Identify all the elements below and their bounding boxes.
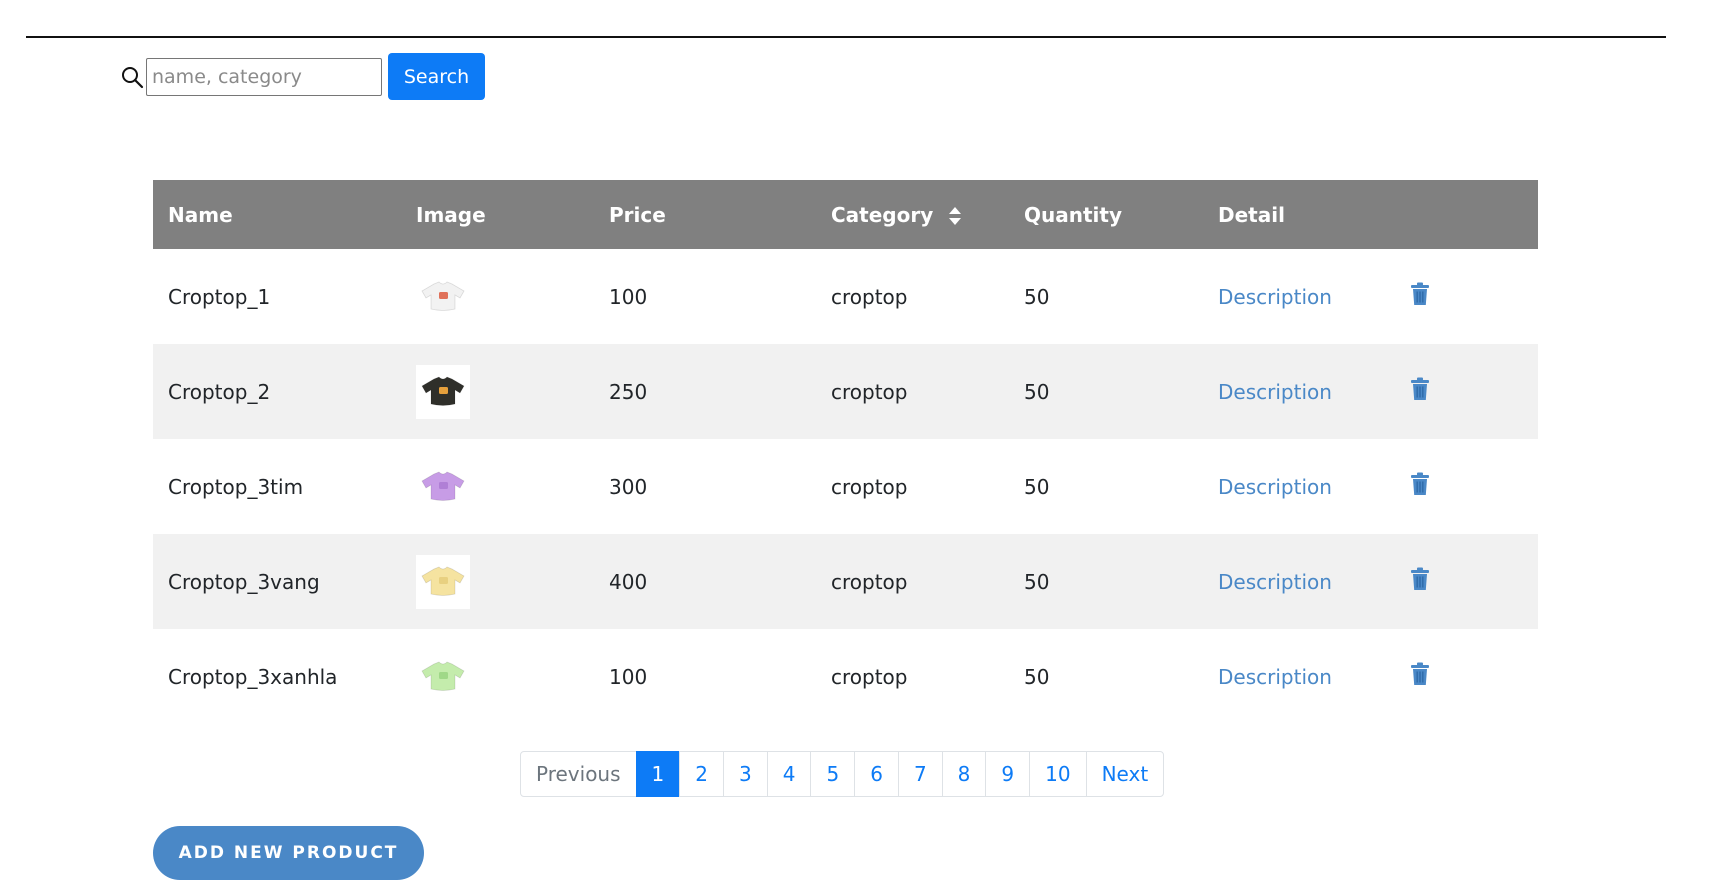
cell-price: 250 (609, 379, 648, 404)
pagination-page-9[interactable]: 9 (985, 751, 1031, 797)
product-table-container: Name Image Price Category Quantity Detai… (153, 180, 1538, 724)
cell-price: 400 (609, 569, 648, 594)
trash-icon[interactable] (1410, 662, 1430, 686)
cell-category: croptop (831, 474, 908, 499)
cell-quantity: 50 (1024, 569, 1050, 594)
column-header-actions (1395, 180, 1538, 249)
cell-image (401, 249, 594, 344)
cell-actions (1395, 629, 1538, 724)
column-header-category-label: Category (831, 202, 934, 227)
trash-icon[interactable] (1410, 377, 1430, 401)
table-row: Croptop_3vang 400 croptop 50 Description (153, 534, 1538, 629)
product-thumbnail (416, 364, 470, 419)
table-header-row: Name Image Price Category Quantity Detai… (153, 180, 1538, 249)
product-thumbnail (416, 554, 470, 609)
pagination-previous[interactable]: Previous (520, 751, 637, 797)
cell-category: croptop (831, 569, 908, 594)
cell-name: Croptop_3vang (168, 569, 320, 594)
cell-name: Croptop_3tim (168, 474, 304, 499)
description-link[interactable]: Description (1218, 380, 1332, 404)
pagination-page-10[interactable]: 10 (1029, 751, 1087, 797)
sort-icon[interactable] (948, 206, 962, 226)
cell-actions (1395, 534, 1538, 629)
column-header-price: Price (609, 202, 666, 227)
table-row: Croptop_2 250 croptop 50 Description (153, 344, 1538, 439)
column-header-quantity: Quantity (1024, 202, 1122, 227)
cell-detail: Description (1203, 249, 1395, 344)
product-thumbnail (416, 650, 470, 704)
top-divider (26, 36, 1666, 38)
description-link[interactable]: Description (1218, 570, 1332, 594)
search-input[interactable] (146, 57, 382, 96)
pagination-page-7[interactable]: 7 (897, 751, 943, 797)
cell-category: croptop (831, 664, 908, 689)
cell-detail: Description (1203, 439, 1395, 534)
trash-icon[interactable] (1410, 282, 1430, 306)
cell-image (401, 344, 594, 439)
pagination-next[interactable]: Next (1085, 751, 1165, 797)
pagination-page-3[interactable]: 3 (723, 751, 768, 797)
description-link[interactable]: Description (1218, 285, 1332, 309)
cell-price: 100 (609, 284, 648, 309)
cell-category: croptop (831, 284, 908, 309)
cell-image (401, 439, 594, 534)
cell-quantity: 50 (1024, 474, 1050, 499)
tshirt-image (421, 661, 465, 691)
cell-actions (1395, 439, 1538, 534)
cell-quantity: 50 (1024, 379, 1050, 404)
cell-price: 300 (609, 474, 648, 499)
table-row: Croptop_1 100 croptop 50 Description (153, 249, 1538, 344)
tshirt-image (421, 566, 465, 596)
tshirt-image (421, 471, 465, 501)
description-link[interactable]: Description (1218, 665, 1332, 689)
cell-category: croptop (831, 379, 908, 404)
column-header-category[interactable]: Category (816, 180, 1009, 249)
product-thumbnail (416, 460, 470, 514)
search-bar: Search (120, 53, 485, 100)
cell-name: Croptop_1 (168, 284, 271, 309)
pagination-page-4[interactable]: 4 (766, 751, 812, 797)
product-table: Name Image Price Category Quantity Detai… (153, 180, 1538, 724)
description-link[interactable]: Description (1218, 475, 1332, 499)
table-row: Croptop_3tim 300 croptop 50 Description (153, 439, 1538, 534)
cell-name: Croptop_2 (168, 379, 271, 404)
cell-actions (1395, 249, 1538, 344)
search-button[interactable]: Search (388, 53, 485, 100)
tshirt-image (421, 376, 465, 406)
pagination-page-1[interactable]: 1 (635, 751, 681, 797)
pagination-page-5[interactable]: 5 (810, 751, 856, 797)
cell-detail: Description (1203, 534, 1395, 629)
search-icon (122, 66, 144, 88)
cell-price: 100 (609, 664, 648, 689)
pagination-page-6[interactable]: 6 (854, 751, 899, 797)
table-row: Croptop_3xanhla 100 croptop 50 Descripti… (153, 629, 1538, 724)
trash-icon[interactable] (1410, 472, 1430, 496)
cell-image (401, 629, 594, 724)
cell-detail: Description (1203, 344, 1395, 439)
trash-icon[interactable] (1410, 567, 1430, 591)
pagination: Previous 1 2 3 4 5 6 7 8 9 10 Next (520, 751, 1165, 797)
cell-image (401, 534, 594, 629)
cell-quantity: 50 (1024, 284, 1050, 309)
cell-actions (1395, 344, 1538, 439)
cell-detail: Description (1203, 629, 1395, 724)
pagination-page-2[interactable]: 2 (679, 751, 724, 797)
tshirt-image (421, 281, 465, 311)
column-header-detail: Detail (1218, 202, 1285, 227)
cell-quantity: 50 (1024, 664, 1050, 689)
table-body: Croptop_1 100 croptop 50 Description Cro… (153, 249, 1538, 724)
pagination-page-8[interactable]: 8 (941, 751, 987, 797)
cell-name: Croptop_3xanhla (168, 664, 338, 689)
column-header-name: Name (168, 202, 233, 227)
add-new-product-button[interactable]: ADD NEW PRODUCT (153, 826, 424, 880)
column-header-image: Image (416, 202, 486, 227)
product-thumbnail (416, 270, 470, 324)
